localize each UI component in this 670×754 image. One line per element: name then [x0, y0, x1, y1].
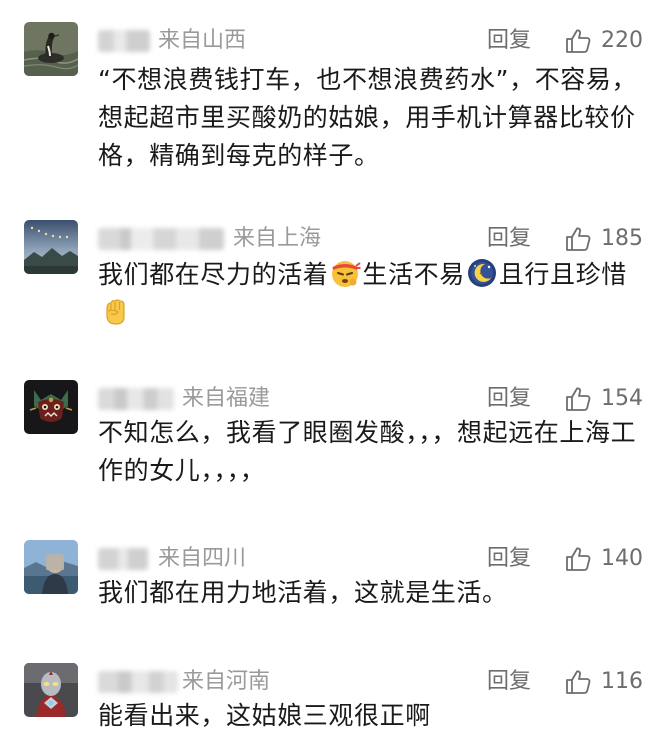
username-blurred[interactable]	[98, 228, 224, 250]
like-button[interactable]: 154	[564, 384, 643, 414]
avatar[interactable]	[24, 663, 78, 717]
like-button[interactable]: 140	[564, 544, 643, 574]
avatar[interactable]	[24, 220, 78, 274]
comment-text: 我们都在尽力的活着 生活不易 且行且珍惜	[98, 256, 646, 332]
username-blurred[interactable]	[98, 388, 174, 410]
determined-face-emoji	[329, 257, 362, 289]
reply-button[interactable]: 回复	[487, 384, 531, 414]
comment-text: 我们都在用力地活着，这就是生活。	[98, 578, 508, 607]
location-label: 来自河南	[182, 669, 271, 694]
thumbs-up-icon	[566, 387, 591, 411]
like-button[interactable]: 116	[564, 667, 643, 697]
avatar[interactable]	[24, 22, 78, 76]
location-label: 来自福建	[182, 386, 271, 411]
thumbs-up-icon	[566, 227, 591, 251]
comment-text: “不想浪费钱打车，也不想浪费药水”，不容易，想起超市里买酸奶的姑娘，用手机计算器…	[98, 65, 638, 170]
username-blurred[interactable]	[98, 548, 148, 570]
comment-text-part: 且行且珍惜	[498, 260, 627, 289]
like-count: 116	[601, 669, 643, 694]
username-blurred[interactable]	[98, 671, 178, 693]
like-count: 154	[601, 386, 643, 411]
moon-night-emoji	[466, 257, 498, 289]
location-label: 来自上海	[233, 226, 322, 251]
fist-emoji	[99, 295, 131, 327]
location-label: 来自四川	[158, 546, 247, 571]
like-count: 220	[601, 28, 643, 53]
location-label: 来自山西	[158, 28, 247, 53]
username-blurred[interactable]	[98, 30, 150, 52]
reply-button[interactable]: 回复	[487, 224, 531, 254]
reply-button[interactable]: 回复	[487, 544, 531, 574]
comment-text-part: 我们都在尽力的活着	[98, 260, 329, 289]
comment-text: 能看出来，这姑娘三观很正啊	[98, 701, 431, 730]
like-button[interactable]: 185	[564, 224, 643, 254]
thumbs-up-icon	[566, 547, 591, 571]
reply-button[interactable]: 回复	[487, 26, 531, 56]
avatar[interactable]	[24, 380, 78, 434]
avatar[interactable]	[24, 540, 78, 594]
reply-button[interactable]: 回复	[487, 667, 531, 697]
comment-text: 不知怎么，我看了眼圈发酸，，，想起远在上海工作的女儿，，，，	[98, 418, 637, 485]
thumbs-up-icon	[566, 29, 591, 53]
thumbs-up-icon	[566, 670, 591, 694]
comment-text-part: 生活不易	[362, 260, 465, 289]
like-button[interactable]: 220	[564, 26, 643, 56]
like-count: 140	[601, 546, 643, 571]
like-count: 185	[601, 226, 643, 251]
